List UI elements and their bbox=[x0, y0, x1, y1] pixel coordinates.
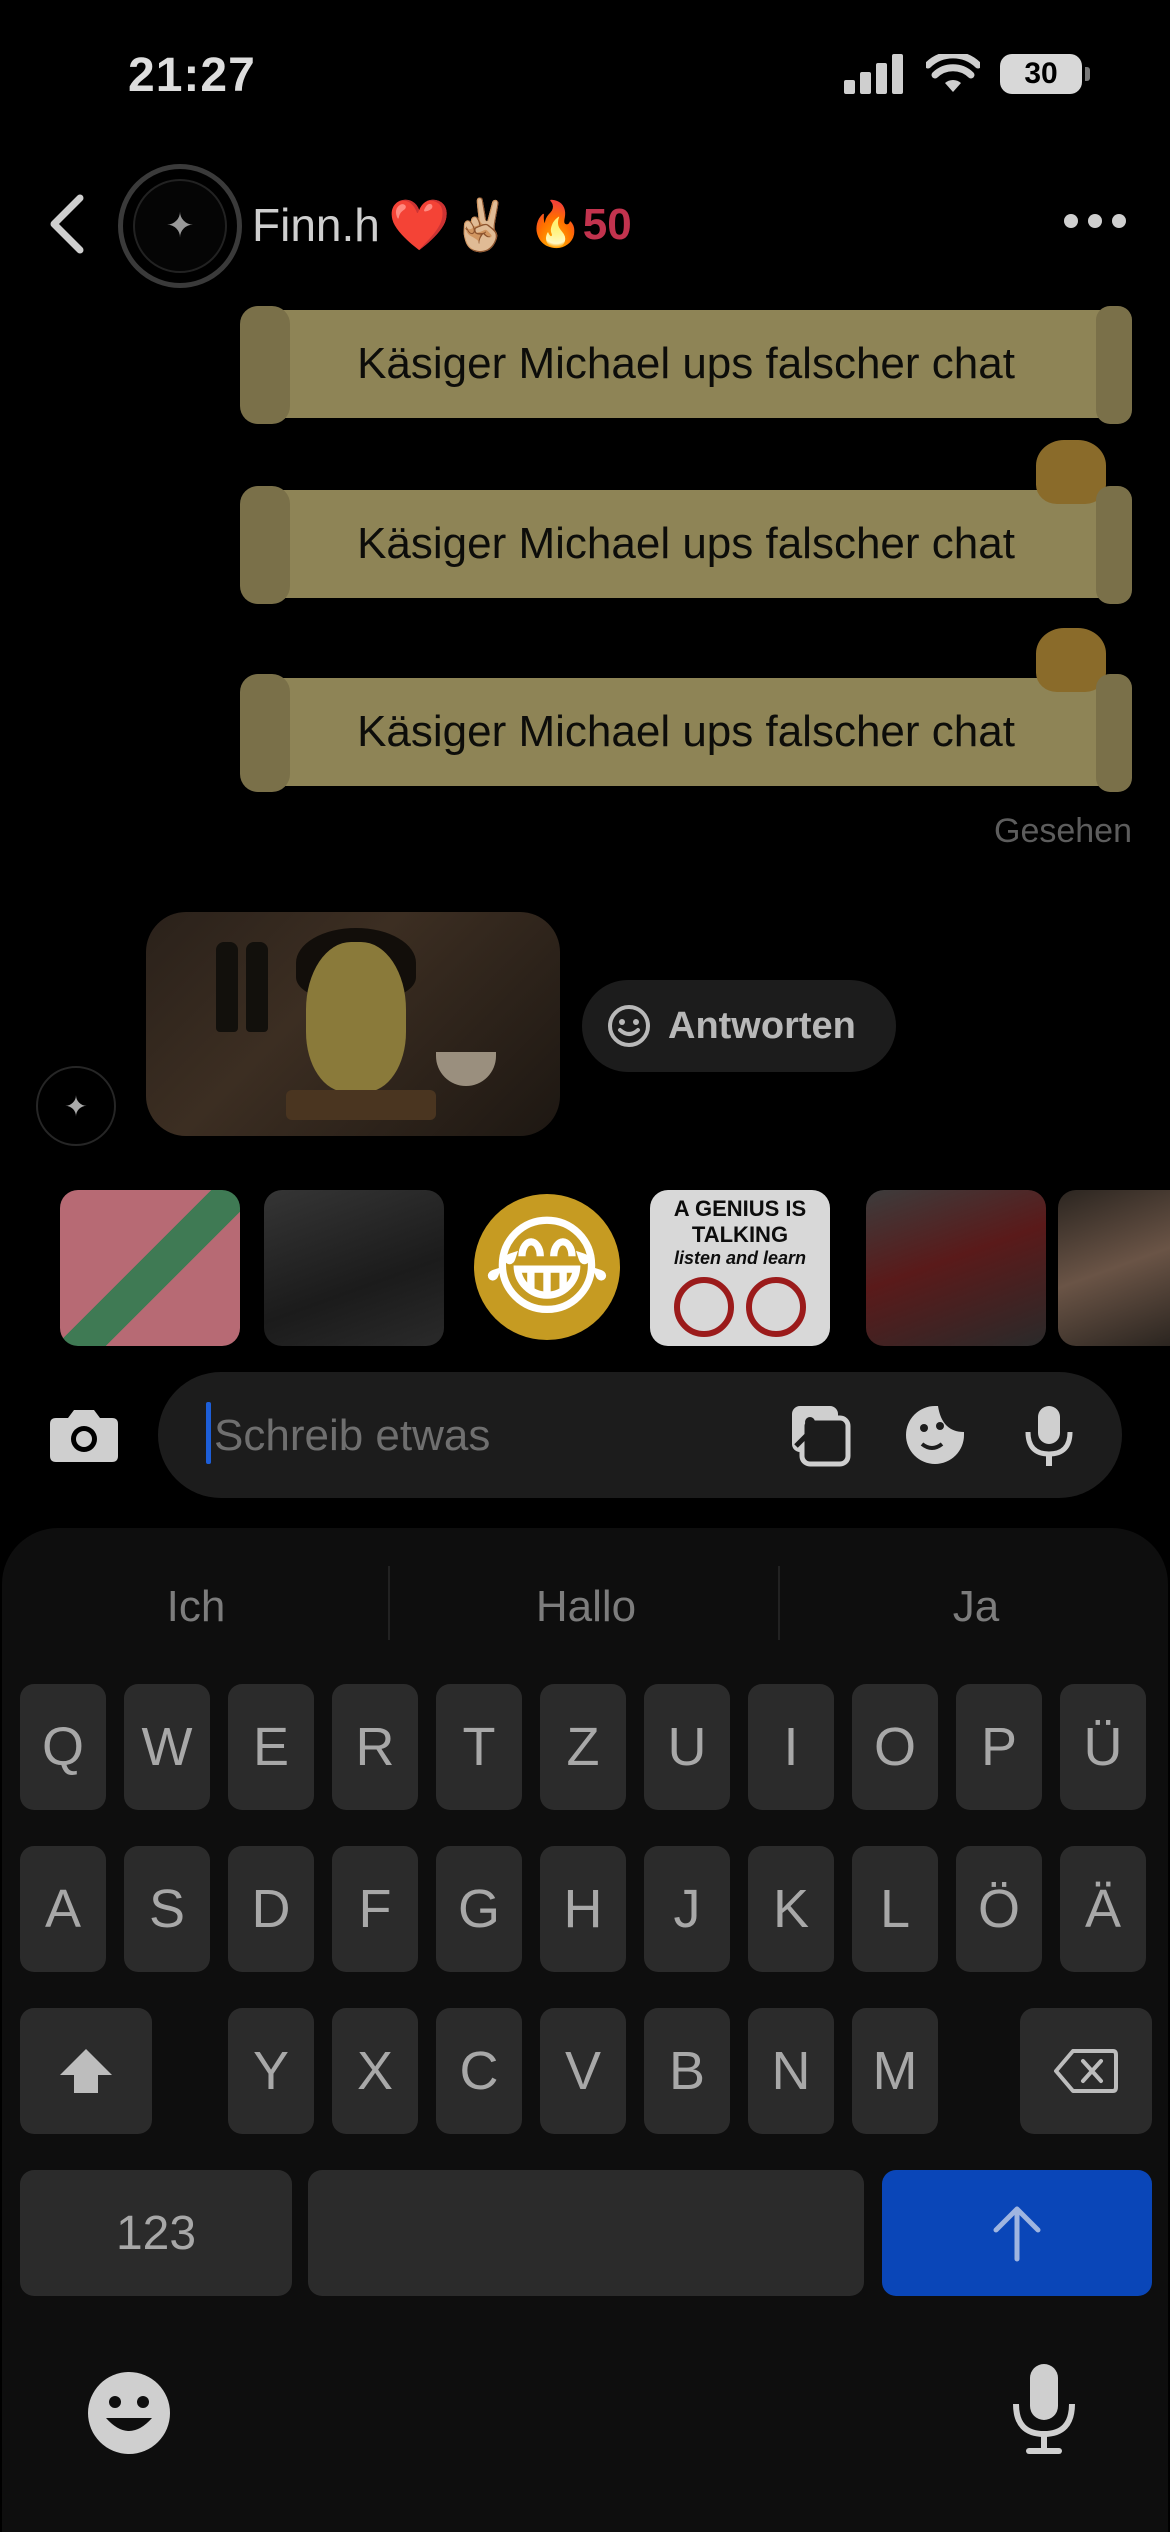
backspace-icon bbox=[1054, 2049, 1118, 2093]
camera-icon[interactable] bbox=[46, 1404, 122, 1466]
message-input[interactable] bbox=[210, 1396, 776, 1476]
sticker-item[interactable] bbox=[264, 1190, 444, 1346]
reply-button[interactable]: Antworten bbox=[582, 980, 896, 1072]
key[interactable]: A bbox=[20, 1846, 106, 1972]
laughing-emoji-icon: 😂 bbox=[482, 1206, 612, 1329]
send-key[interactable] bbox=[882, 2170, 1152, 2296]
sticker-caption: A GENIUS IS TALKING bbox=[673, 1196, 807, 1247]
key[interactable]: T bbox=[436, 1684, 522, 1810]
shift-key[interactable] bbox=[20, 2008, 152, 2134]
sparkle-icon: ✦ bbox=[133, 179, 227, 273]
message-text: Käsiger Michael ups falscher chat bbox=[357, 707, 1015, 756]
sticker-item[interactable] bbox=[866, 1190, 1046, 1346]
keyboard: Ich Hallo Ja Q W E R T Z U I O P Ü A S D… bbox=[2, 1528, 1168, 2532]
cellular-signal-icon bbox=[844, 54, 903, 94]
sent-message[interactable]: Käsiger Michael ups falscher chat bbox=[240, 306, 1132, 424]
key[interactable]: E bbox=[228, 1684, 314, 1810]
received-image[interactable] bbox=[146, 912, 560, 1136]
sent-message[interactable]: Käsiger Michael ups falscher chat bbox=[240, 440, 1132, 604]
key[interactable]: P bbox=[956, 1684, 1042, 1810]
backspace-key[interactable] bbox=[1020, 2008, 1152, 2134]
sender-avatar[interactable]: ✦ bbox=[36, 1066, 116, 1146]
reply-label: Antworten bbox=[668, 1004, 856, 1047]
up-arrow-icon bbox=[993, 2206, 1041, 2262]
key[interactable]: U bbox=[644, 1684, 730, 1810]
key[interactable]: K bbox=[748, 1846, 834, 1972]
prohibition-icon bbox=[650, 1277, 830, 1337]
contact-avatar[interactable]: ✦ bbox=[118, 164, 242, 288]
battery-icon: 30 bbox=[1000, 54, 1090, 94]
seen-indicator: Gesehen bbox=[994, 812, 1132, 850]
key[interactable]: J bbox=[644, 1846, 730, 1972]
key[interactable]: I bbox=[748, 1684, 834, 1810]
key[interactable]: Q bbox=[20, 1684, 106, 1810]
sticker-item[interactable]: A GENIUS IS TALKING listen and learn bbox=[650, 1190, 830, 1346]
shift-arrow-icon bbox=[60, 2049, 112, 2093]
message-composer bbox=[158, 1372, 1122, 1498]
space-key[interactable] bbox=[308, 2170, 864, 2296]
more-options-icon[interactable] bbox=[1064, 206, 1130, 236]
suggestion-item[interactable]: Ich bbox=[96, 1582, 296, 1632]
gallery-icon[interactable] bbox=[788, 1402, 854, 1468]
doge-sticker-icon bbox=[1036, 628, 1106, 692]
key[interactable]: W bbox=[124, 1684, 210, 1810]
battery-level: 30 bbox=[1024, 57, 1058, 90]
sticker-item[interactable] bbox=[1058, 1190, 1170, 1346]
status-icons: 30 bbox=[844, 54, 1090, 94]
key[interactable]: C bbox=[436, 2008, 522, 2134]
status-time: 21:27 bbox=[128, 49, 256, 102]
key[interactable]: Ä bbox=[1060, 1846, 1146, 1972]
key[interactable]: Ü bbox=[1060, 1684, 1146, 1810]
key[interactable]: Y bbox=[228, 2008, 314, 2134]
key[interactable]: Ö bbox=[956, 1846, 1042, 1972]
key[interactable]: H bbox=[540, 1846, 626, 1972]
name-emojis: ❤️✌🏼 bbox=[388, 197, 513, 253]
sticker-item[interactable]: 😂 bbox=[474, 1194, 620, 1340]
key[interactable]: M bbox=[852, 2008, 938, 2134]
key[interactable]: S bbox=[124, 1846, 210, 1972]
key[interactable]: Z bbox=[540, 1684, 626, 1810]
key[interactable]: G bbox=[436, 1846, 522, 1972]
smiley-icon bbox=[608, 1005, 650, 1047]
key[interactable]: L bbox=[852, 1846, 938, 1972]
key[interactable]: D bbox=[228, 1846, 314, 1972]
back-chevron-icon[interactable] bbox=[40, 192, 96, 256]
key[interactable]: N bbox=[748, 2008, 834, 2134]
suggestion-item[interactable]: Ja bbox=[876, 1582, 1076, 1632]
key[interactable]: V bbox=[540, 2008, 626, 2134]
key[interactable]: F bbox=[332, 1846, 418, 1972]
sticker-icon[interactable] bbox=[902, 1402, 968, 1468]
key[interactable]: R bbox=[332, 1684, 418, 1810]
key[interactable]: X bbox=[332, 2008, 418, 2134]
suggestion-item[interactable]: Hallo bbox=[486, 1582, 686, 1632]
wifi-icon bbox=[926, 54, 980, 92]
streak-counter: 🔥50 bbox=[528, 200, 632, 249]
dictation-microphone-icon[interactable] bbox=[1006, 2360, 1082, 2460]
contact-name[interactable]: Finn.h bbox=[252, 198, 380, 252]
microphone-icon[interactable] bbox=[1016, 1402, 1082, 1468]
sticker-item[interactable] bbox=[60, 1190, 240, 1346]
sent-message[interactable]: Käsiger Michael ups falscher chat bbox=[240, 628, 1132, 792]
key[interactable]: O bbox=[852, 1684, 938, 1810]
doge-sticker-icon bbox=[1036, 440, 1106, 504]
message-text: Käsiger Michael ups falscher chat bbox=[357, 519, 1015, 568]
key[interactable]: B bbox=[644, 2008, 730, 2134]
numbers-key[interactable]: 123 bbox=[20, 2170, 292, 2296]
message-text: Käsiger Michael ups falscher chat bbox=[357, 339, 1015, 388]
sticker-subcaption: listen and learn bbox=[673, 1248, 807, 1268]
emoji-keyboard-icon[interactable] bbox=[84, 2368, 174, 2458]
